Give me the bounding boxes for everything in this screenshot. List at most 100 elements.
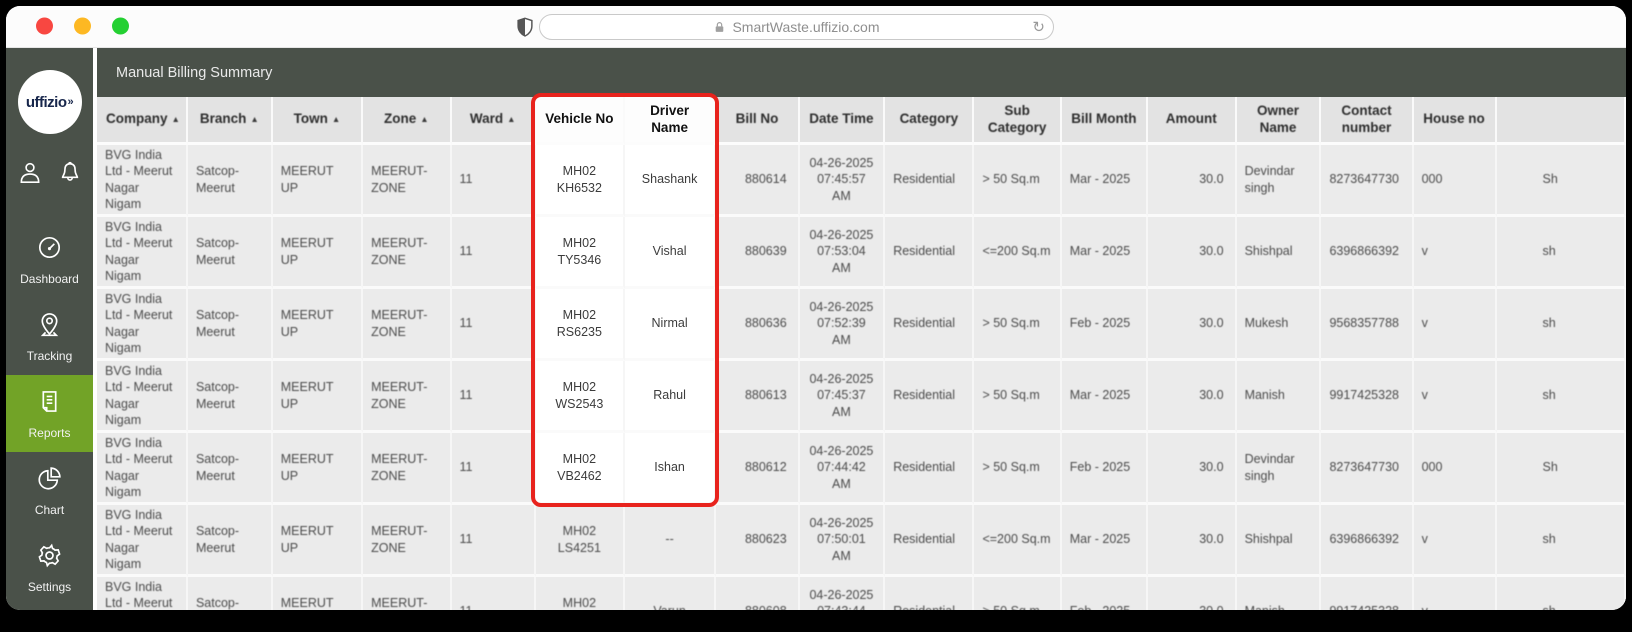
column-header-vehicle-no: Vehicle No — [535, 97, 625, 145]
column-header-date-time: Date Time — [799, 97, 886, 145]
table-cell: 880612 — [716, 433, 800, 505]
table-cell: 04-26-2025 07:44:42 AM — [799, 433, 886, 505]
table-cell: Varun — [624, 577, 717, 610]
table-row: BVG India Ltd - Meerut Nagar NigamSatcop… — [97, 289, 1626, 361]
table-cell: MEERUT UP — [272, 361, 364, 433]
table-cell: 11 — [451, 433, 536, 505]
table-cell: Mar - 2025 — [1061, 217, 1148, 289]
table-cell: 11 — [451, 289, 536, 361]
table-cell: MH02 TY5346 — [535, 217, 625, 289]
sidebar-item-settings[interactable]: Settings — [6, 529, 93, 606]
table-cell: Satcop-Meerut — [187, 145, 273, 217]
table-cell: MH02 VB2462 — [535, 433, 625, 505]
table-cell: 880614 — [716, 145, 800, 217]
table-cell: v — [1413, 577, 1497, 610]
table-cell: 30.0 — [1147, 505, 1237, 577]
table-cell: Feb - 2025 — [1061, 289, 1148, 361]
table-cell: Residential — [885, 145, 975, 217]
column-header-zone[interactable]: Zone ▲ — [363, 97, 452, 145]
table-cell: Devindar singh — [1236, 145, 1322, 217]
page-title: Manual Billing Summary — [97, 48, 1626, 97]
sort-asc-icon: ▲ — [420, 113, 429, 124]
billing-table-container: Company ▲ Branch ▲ Town ▲ Zone ▲ Ward ▲ Vehicle No… — [97, 97, 1626, 610]
reload-icon[interactable]: ↻ — [1032, 18, 1045, 36]
table-cell: > 50 Sq.m — [974, 145, 1062, 217]
column-header-driver-name: Driver Name — [624, 97, 717, 145]
column-header-branch[interactable]: Branch ▲ — [187, 97, 273, 145]
sidebar-item-label: Dashboard — [20, 272, 79, 286]
sidebar-item-tracking[interactable]: Tracking — [6, 298, 93, 375]
notification-bell-icon[interactable] — [57, 160, 83, 191]
table-cell: Mar - 2025 — [1061, 505, 1148, 577]
table-cell: MEERUT-ZONE — [363, 433, 452, 505]
table-row: BVG India Ltd - Meerut Nagar NigamSatcop… — [97, 217, 1626, 289]
table-cell: 30.0 — [1147, 145, 1237, 217]
table-cell: Manish — [1236, 577, 1322, 610]
sidebar-item-chart[interactable]: Chart — [6, 452, 93, 529]
table-cell: Residential — [885, 217, 975, 289]
table-row: BVG India Ltd - Meerut Nagar NigamSatcop… — [97, 433, 1626, 505]
table-cell: v — [1413, 505, 1497, 577]
table-cell: MH02 PS5243 — [535, 577, 625, 610]
gear-icon — [36, 542, 63, 574]
sidebar-item-dashboard[interactable]: Dashboard — [6, 221, 93, 298]
table-cell: Nirmal — [624, 289, 717, 361]
close-window-button[interactable] — [36, 17, 53, 35]
table-cell: 11 — [451, 217, 536, 289]
table-cell: MEERUT-ZONE — [363, 577, 452, 610]
user-icon[interactable] — [17, 160, 43, 191]
sort-asc-icon: ▲ — [507, 113, 516, 124]
table-cell: <=200 Sq.m — [974, 505, 1062, 577]
main-panel: Manual Billing Summary Company ▲ Branch ▲ To… — [97, 48, 1626, 610]
table-cell: 04-26-2025 07:43:44 AM — [799, 577, 886, 610]
column-header-town[interactable]: Town ▲ — [272, 97, 364, 145]
table-cell: Residential — [885, 361, 975, 433]
table-cell: 11 — [451, 361, 536, 433]
table-cell: BVG India Ltd - Meerut Nagar Nigam — [97, 217, 188, 289]
sidebar-item-label: Reports — [28, 426, 71, 440]
sort-asc-icon: ▲ — [331, 113, 341, 124]
table-cell: > 50 Sq.m — [974, 577, 1062, 610]
sidebar-item-label: Settings — [27, 580, 72, 594]
pie-chart-icon — [36, 465, 63, 497]
table-cell: Satcop-Meerut — [187, 289, 273, 361]
column-header-bill-month: Bill Month — [1061, 97, 1148, 145]
table-cell: > 50 Sq.m — [974, 361, 1062, 433]
table-cell: 30.0 — [1147, 433, 1237, 505]
table-cell: Rahul — [624, 361, 717, 433]
table-cell: MEERUT-ZONE — [363, 217, 452, 289]
shield-icon[interactable] — [514, 16, 536, 38]
billing-table: Company ▲ Branch ▲ Town ▲ Zone ▲ Ward ▲ Vehicle No… — [97, 97, 1626, 610]
table-cell: <=200 Sq.m — [974, 217, 1062, 289]
table-cell: Sh — [1496, 145, 1626, 217]
column-header-amount: Amount — [1147, 97, 1237, 145]
logo-arrow: » — [67, 96, 74, 108]
table-cell: sh — [1496, 577, 1626, 610]
table-cell: 9568357788 — [1321, 289, 1414, 361]
table-cell: 6396866392 — [1321, 217, 1414, 289]
table-cell: 9917425328 — [1321, 577, 1414, 610]
table-cell: Vishal — [624, 217, 717, 289]
table-cell: Shashank — [624, 145, 717, 217]
map-pin-icon — [36, 311, 63, 343]
sidebar-nav: Dashboard Tracking Reports Chart Settings — [6, 221, 93, 606]
table-cell: Mukesh — [1236, 289, 1322, 361]
table-cell: v — [1413, 289, 1497, 361]
table-cell: 11 — [451, 505, 536, 577]
table-cell: Satcop-Meerut — [187, 361, 273, 433]
table-cell: Satcop-Meerut — [187, 577, 273, 610]
table-cell: MEERUT UP — [272, 145, 364, 217]
minimize-window-button[interactable] — [74, 17, 91, 35]
table-cell: BVG India Ltd - Meerut Nagar Nigam — [97, 505, 188, 577]
column-header-ward[interactable]: Ward ▲ — [451, 97, 536, 145]
url-bar[interactable]: SmartWaste.uffizio.com ↻ — [539, 14, 1054, 40]
column-header-company[interactable]: Company ▲ — [97, 97, 188, 145]
table-cell: MH02 LS4251 — [535, 505, 625, 577]
maximize-window-button[interactable] — [112, 17, 129, 35]
table-cell: Satcop-Meerut — [187, 433, 273, 505]
column-header-house-no: House no — [1413, 97, 1497, 145]
sidebar-item-reports[interactable]: Reports — [6, 375, 93, 452]
table-cell: MH02 WS2543 — [535, 361, 625, 433]
table-cell: > 50 Sq.m — [974, 289, 1062, 361]
table-cell: 8273647730 — [1321, 145, 1414, 217]
